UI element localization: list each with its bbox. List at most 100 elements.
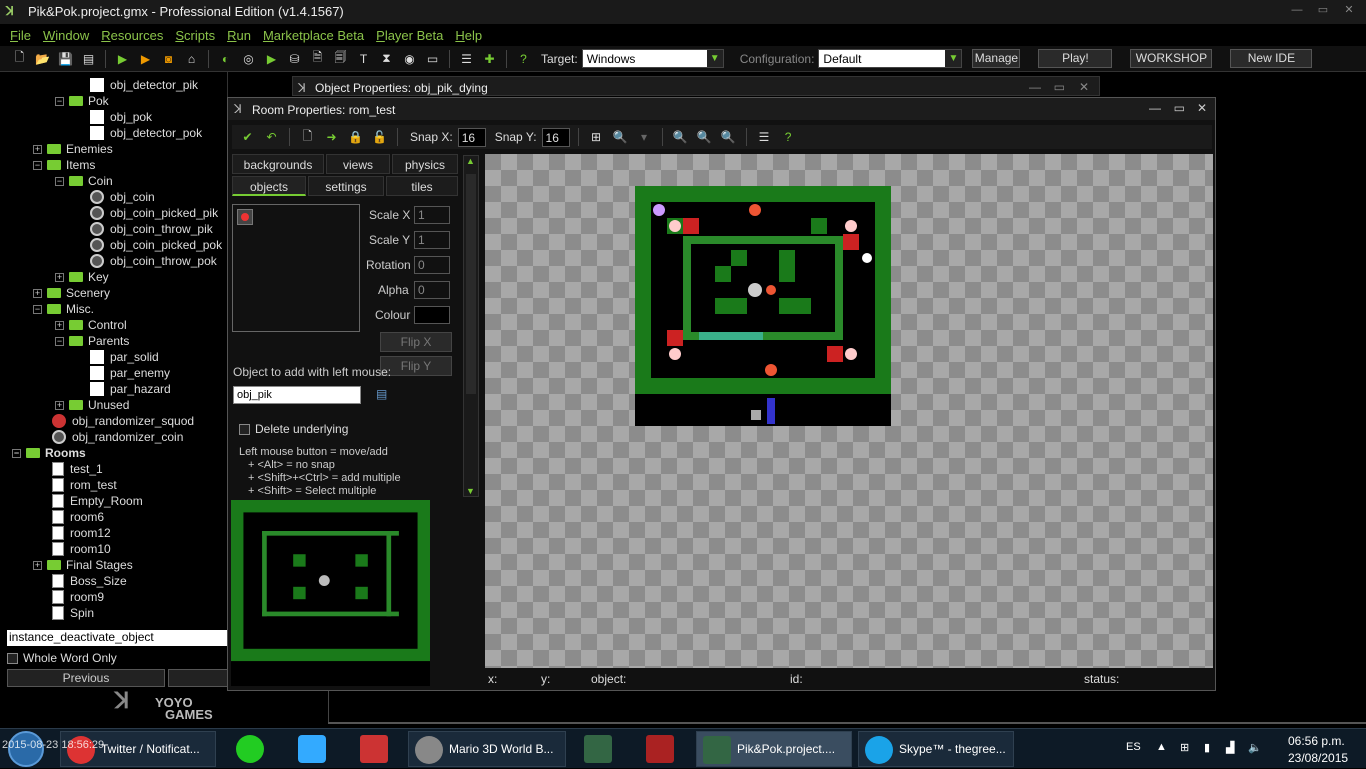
room-canvas[interactable]: [485, 154, 1213, 668]
taskbar-pikpok[interactable]: Pik&Pok.project....: [696, 731, 852, 767]
tree-item[interactable]: par_enemy: [90, 365, 170, 381]
network-icon[interactable]: ▟: [1226, 741, 1234, 754]
maximize-button[interactable]: ▭: [1054, 80, 1065, 94]
clock-time[interactable]: 06:56 p.m.: [1288, 734, 1345, 748]
tree-folder[interactable]: + Scenery: [33, 285, 110, 301]
collapse-icon[interactable]: −: [33, 160, 42, 170]
tab-settings[interactable]: settings: [308, 176, 384, 196]
expand-icon[interactable]: +: [55, 272, 64, 282]
tree-item[interactable]: par_hazard: [90, 381, 171, 397]
tree-folder[interactable]: − Misc.: [33, 301, 94, 317]
panel-scrollbar[interactable]: ▲ ▼: [463, 155, 479, 497]
scroll-down-icon[interactable]: ▼: [466, 486, 475, 496]
collapse-icon[interactable]: −: [55, 176, 64, 186]
tree-folder[interactable]: − Coin: [55, 173, 113, 189]
tree-item[interactable]: room9: [52, 589, 104, 605]
search-input[interactable]: instance_deactivate_object: [7, 630, 227, 646]
extension-icon[interactable]: ✚: [480, 49, 499, 68]
shift-icon[interactable]: ➜: [322, 128, 341, 147]
minimize-button[interactable]: —: [1149, 101, 1161, 115]
tab-backgrounds[interactable]: backgrounds: [232, 154, 324, 174]
maximize-button[interactable]: ▭: [1174, 101, 1185, 115]
object-properties-window[interactable]: ꓘ Object Properties: obj_pik_dying — ▭ ✕: [292, 76, 1100, 96]
list-icon[interactable]: ☰: [755, 128, 774, 147]
windows-flag-icon[interactable]: ⊞: [1180, 741, 1189, 754]
menu-resources[interactable]: Resources: [101, 28, 163, 43]
room-icon[interactable]: ▭: [423, 49, 442, 68]
maximize-button[interactable]: ▭: [1314, 3, 1332, 17]
whole-word-checkbox[interactable]: [7, 652, 18, 664]
tree-item[interactable]: room12: [52, 525, 111, 541]
snap-x-input[interactable]: 16: [457, 127, 486, 147]
shader-icon[interactable]: 🗐: [331, 49, 350, 68]
tree-item[interactable]: obj_randomizer_coin: [52, 429, 183, 445]
menu-help[interactable]: Help: [455, 28, 482, 43]
workshop-button[interactable]: WORKSHOP: [1130, 49, 1213, 68]
zoom-reset-icon[interactable]: 🔍: [695, 128, 714, 147]
tree-item[interactable]: par_solid: [90, 349, 159, 365]
colour-swatch[interactable]: [414, 306, 450, 324]
tree-item[interactable]: obj_coin_throw_pok: [90, 253, 217, 269]
tree-item[interactable]: Spin: [52, 605, 94, 621]
zoom-out-icon[interactable]: 🔍: [671, 128, 690, 147]
close-button[interactable]: ✕: [1340, 3, 1358, 17]
tab-views[interactable]: views: [326, 154, 390, 174]
undo-icon[interactable]: ↶: [262, 128, 281, 147]
tree-item[interactable]: obj_pok: [90, 109, 152, 125]
grid-icon[interactable]: ⊞: [587, 128, 606, 147]
taskbar-app[interactable]: [354, 731, 398, 767]
tree-item[interactable]: obj_detector_pok: [90, 125, 202, 141]
taskbar-skype[interactable]: Skype™ - thegree...: [858, 731, 1014, 767]
play-button[interactable]: Play!: [1038, 49, 1113, 68]
tree-folder[interactable]: − Pok: [55, 93, 109, 109]
stop-icon[interactable]: ◙: [159, 49, 178, 68]
whole-word-option[interactable]: Whole Word Only: [7, 651, 117, 665]
minimize-button[interactable]: —: [1029, 80, 1041, 94]
battery-icon[interactable]: ▮: [1204, 741, 1210, 754]
menu-player[interactable]: Player Beta: [376, 28, 443, 43]
tree-folder[interactable]: + Key: [55, 269, 109, 285]
menu-window[interactable]: Window: [43, 28, 89, 43]
menu-scripts[interactable]: Scripts: [175, 28, 215, 43]
export-icon[interactable]: ▤: [79, 49, 98, 68]
tree-item[interactable]: obj_coin: [90, 189, 155, 205]
object-to-add-input[interactable]: obj_pik: [233, 386, 361, 404]
scale-y-input[interactable]: 1: [414, 231, 450, 249]
tree-item[interactable]: rom_test: [52, 477, 117, 493]
new-ide-button[interactable]: New IDE: [1230, 49, 1313, 68]
tree-item[interactable]: Boss_Size: [52, 573, 127, 589]
pick-object-icon[interactable]: ▤: [376, 387, 387, 401]
tree-item[interactable]: obj_randomizer_squod: [52, 413, 194, 429]
flip-x-button[interactable]: Flip X: [380, 332, 452, 352]
scroll-up-icon[interactable]: ▲: [466, 156, 475, 166]
collapse-icon[interactable]: −: [12, 448, 21, 458]
expand-icon[interactable]: +: [33, 144, 42, 154]
tree-item[interactable]: obj_detector_pik: [90, 77, 198, 93]
expand-icon[interactable]: +: [33, 288, 42, 298]
run-icon[interactable]: ▶: [113, 49, 132, 68]
sound-icon[interactable]: ◎: [239, 49, 258, 68]
chevron-down-icon[interactable]: ▾: [635, 128, 654, 147]
new-file-icon[interactable]: 🗋: [10, 49, 29, 68]
tree-item[interactable]: Empty_Room: [52, 493, 143, 509]
scrollbar-thumb[interactable]: [466, 174, 476, 394]
tree-folder[interactable]: + Unused: [55, 397, 129, 413]
snap-y-input[interactable]: 16: [541, 127, 570, 147]
tree-folder[interactable]: + Final Stages: [33, 557, 133, 573]
volume-icon[interactable]: 🔈: [1248, 741, 1262, 754]
tree-item[interactable]: obj_coin_picked_pik: [90, 205, 218, 221]
tree-item[interactable]: obj_coin_picked_pok: [90, 237, 222, 253]
taskbar-gamemaker[interactable]: [578, 731, 622, 767]
scale-x-input[interactable]: 1: [414, 206, 450, 224]
tab-physics[interactable]: physics: [392, 154, 458, 174]
lock-icon[interactable]: 🔒: [346, 128, 365, 147]
save-icon[interactable]: 💾: [56, 49, 75, 68]
tray-arrow-icon[interactable]: ▲: [1156, 741, 1167, 753]
close-button[interactable]: ✕: [1197, 101, 1207, 115]
sprite-icon[interactable]: ◐: [216, 49, 235, 68]
next-button[interactable]: [168, 669, 228, 687]
menu-run[interactable]: Run: [227, 28, 251, 43]
object-icon[interactable]: ◉: [400, 49, 419, 68]
taskbar-mario[interactable]: Mario 3D World B...: [408, 731, 566, 767]
tree-folder[interactable]: − Rooms: [12, 445, 86, 461]
